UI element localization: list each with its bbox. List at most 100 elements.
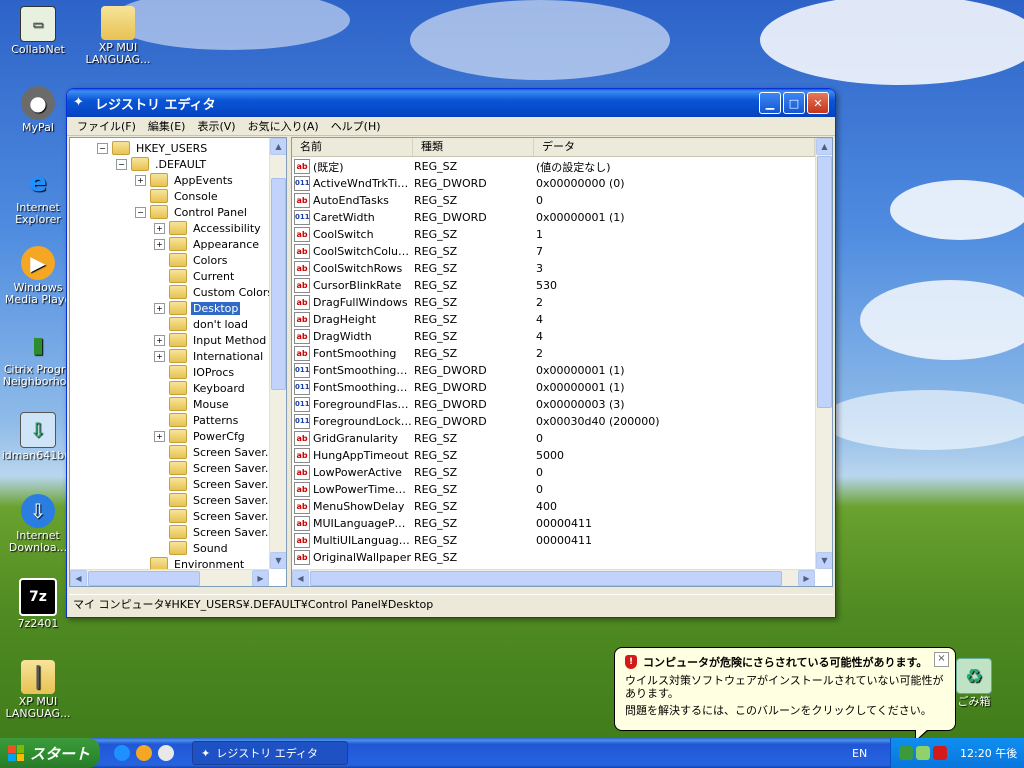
menu-help[interactable]: ヘルプ(H)	[325, 118, 387, 134]
tray-app-icon[interactable]	[916, 746, 930, 760]
value-row[interactable]: ab HungAppTimeout REG_SZ 5000	[294, 447, 815, 464]
internet-explorer-icon[interactable]	[114, 745, 130, 761]
tree-node[interactable]: + International	[70, 348, 269, 364]
tree-node[interactable]: − HKEY_USERS	[70, 140, 269, 156]
values-pane[interactable]: 名前 種類 データ ab (既定) REG_SZ (値の設定なし) 011 ActiveW…	[291, 137, 833, 587]
value-row[interactable]: 011 CaretWidth REG_DWORD 0x00000001 (1)	[294, 209, 815, 226]
desktop-icon-citrix[interactable]: ▮ Citrix Progra Neighborhoo	[0, 328, 76, 388]
desktop-icon-idman[interactable]: ⇩ idman641bui	[0, 412, 76, 462]
tree-node[interactable]: Console	[70, 188, 269, 204]
tree-horizontal-scrollbar[interactable]: ◀ ▶	[70, 569, 269, 586]
scroll-down-button[interactable]: ▼	[270, 552, 286, 569]
tree-node[interactable]: Custom Colors	[70, 284, 269, 300]
value-row[interactable]: ab GridGranularity REG_SZ 0	[294, 430, 815, 447]
language-indicator[interactable]: EN	[852, 747, 867, 760]
media-player-icon[interactable]	[136, 745, 152, 761]
expand-icon[interactable]: +	[154, 238, 165, 250]
registry-editor-window[interactable]: ✦ レジストリ エディタ ▁ □ ✕ ファイル(F) 編集(E) 表示(V) お…	[66, 88, 836, 618]
value-row[interactable]: ab LowPowerTimeOut REG_SZ 0	[294, 481, 815, 498]
expand-icon[interactable]: +	[154, 334, 165, 346]
menu-edit[interactable]: 編集(E)	[142, 118, 192, 134]
expand-icon[interactable]: +	[154, 222, 165, 234]
value-row[interactable]: ab LowPowerActive REG_SZ 0	[294, 464, 815, 481]
desktop-icon-collabnet[interactable]: ▭ CollabNet	[0, 6, 76, 56]
scroll-left-button[interactable]: ◀	[292, 570, 309, 586]
value-row[interactable]: ab CoolSwitchColum... REG_SZ 7	[294, 243, 815, 260]
tree-node[interactable]: Mouse	[70, 396, 269, 412]
scroll-thumb[interactable]	[817, 156, 832, 408]
tree-vertical-scrollbar[interactable]: ▲ ▼	[269, 138, 286, 569]
scroll-right-button[interactable]: ▶	[798, 570, 815, 586]
title-bar[interactable]: ✦ レジストリ エディタ ▁ □ ✕	[67, 89, 835, 117]
desktop-icon-xp-mui-1[interactable]: XP MUI LANGUAG...	[80, 6, 156, 66]
collapse-icon[interactable]: −	[116, 158, 127, 170]
tree-node[interactable]: Screen Saver.M	[70, 508, 269, 524]
tree-node[interactable]: Screen Saver.M	[70, 492, 269, 508]
value-row[interactable]: ab FontSmoothing REG_SZ 2	[294, 345, 815, 362]
value-row[interactable]: ab MUILanguagePen... REG_SZ 00000411	[294, 515, 815, 532]
minimize-button[interactable]: ▁	[759, 92, 781, 114]
security-alert-balloon[interactable]: ! コンピュータが危険にさらされている可能性があります。 × ウイルス対策ソフト…	[614, 647, 956, 742]
tree-node[interactable]: Screen Saver.S	[70, 524, 269, 540]
value-row[interactable]: 011 FontSmoothingTy... REG_DWORD 0x00000001…	[294, 379, 815, 396]
key-tree-pane[interactable]: − HKEY_USERS − .DEFAULT + AppEvents Console − Co…	[69, 137, 287, 587]
value-row[interactable]: ab DragFullWindows REG_SZ 2	[294, 294, 815, 311]
value-row[interactable]: ab MultiUILanguageId REG_SZ 00000411	[294, 532, 815, 549]
desktop-icon-xp-mui-2[interactable]: ┃ XP MUI LANGUAG...	[0, 660, 76, 720]
balloon-close-button[interactable]: ×	[934, 652, 949, 667]
expand-icon[interactable]: +	[154, 350, 165, 362]
value-row[interactable]: ab CoolSwitch REG_SZ 1	[294, 226, 815, 243]
menu-file[interactable]: ファイル(F)	[71, 118, 142, 134]
tree-node[interactable]: + PowerCfg	[70, 428, 269, 444]
tree-node[interactable]: − .DEFAULT	[70, 156, 269, 172]
column-name[interactable]: 名前	[292, 138, 413, 156]
tree-node[interactable]: + Desktop	[70, 300, 269, 316]
desktop-icon-windows-media-player[interactable]: ▶ Windows Media Playe	[0, 246, 76, 306]
tree-node[interactable]: Screen Saver.E	[70, 476, 269, 492]
collapse-icon[interactable]: −	[97, 142, 108, 154]
taskbar-button-regedit[interactable]: ✦ レジストリ エディタ	[192, 741, 348, 765]
expand-icon[interactable]: +	[154, 430, 165, 442]
tree-node[interactable]: + AppEvents	[70, 172, 269, 188]
scroll-left-button[interactable]: ◀	[70, 570, 87, 586]
menu-favorites[interactable]: お気に入り(A)	[242, 118, 325, 134]
tree-node[interactable]: IOProcs	[70, 364, 269, 380]
desktop-icon-mypal[interactable]: ● MyPal	[0, 86, 76, 134]
values-vertical-scrollbar[interactable]: ▲ ▼	[815, 138, 832, 569]
value-row[interactable]: 011 ForegroundFlash... REG_DWORD 0x00000003…	[294, 396, 815, 413]
tree-node[interactable]: Colors	[70, 252, 269, 268]
value-row[interactable]: 011 FontSmoothingOr... REG_DWORD 0x00000001…	[294, 362, 815, 379]
desktop-icon-internet-explorer[interactable]: e Internet Explorer	[0, 166, 76, 226]
tree-node[interactable]: don't load	[70, 316, 269, 332]
network-icon[interactable]	[899, 746, 913, 760]
desktop-icon-internet-download[interactable]: ⇩ Internet Downloa...	[0, 494, 76, 554]
expand-icon[interactable]: +	[135, 174, 146, 186]
menu-view[interactable]: 表示(V)	[191, 118, 241, 134]
value-row[interactable]: ab DragHeight REG_SZ 4	[294, 311, 815, 328]
value-row[interactable]: ab CursorBlinkRate REG_SZ 530	[294, 277, 815, 294]
scroll-up-button[interactable]: ▲	[816, 138, 832, 155]
security-shield-icon[interactable]	[933, 746, 947, 760]
value-row[interactable]: ab MenuShowDelay REG_SZ 400	[294, 498, 815, 515]
scroll-right-button[interactable]: ▶	[252, 570, 269, 586]
scroll-thumb[interactable]	[271, 178, 286, 390]
expand-icon[interactable]: +	[154, 302, 165, 314]
tree-node[interactable]: Screen Saver.3	[70, 444, 269, 460]
scroll-thumb[interactable]	[310, 571, 782, 586]
value-row[interactable]: ab OriginalWallpaper REG_SZ	[294, 549, 815, 566]
desktop-icon-7z[interactable]: 7z 7z2401	[0, 578, 76, 630]
tree-node[interactable]: + Accessibility	[70, 220, 269, 236]
scroll-down-button[interactable]: ▼	[816, 552, 832, 569]
close-button[interactable]: ✕	[807, 92, 829, 114]
tree-node[interactable]: Patterns	[70, 412, 269, 428]
tree-node[interactable]: Screen Saver.3	[70, 460, 269, 476]
tree-node[interactable]: Current	[70, 268, 269, 284]
values-horizontal-scrollbar[interactable]: ◀ ▶	[292, 569, 815, 586]
value-row[interactable]: ab DragWidth REG_SZ 4	[294, 328, 815, 345]
value-row[interactable]: ab AutoEndTasks REG_SZ 0	[294, 192, 815, 209]
scroll-thumb[interactable]	[88, 571, 200, 586]
tree-node[interactable]: + Appearance	[70, 236, 269, 252]
start-button[interactable]: スタート	[0, 738, 100, 768]
tree-node[interactable]: Keyboard	[70, 380, 269, 396]
scroll-up-button[interactable]: ▲	[270, 138, 286, 155]
